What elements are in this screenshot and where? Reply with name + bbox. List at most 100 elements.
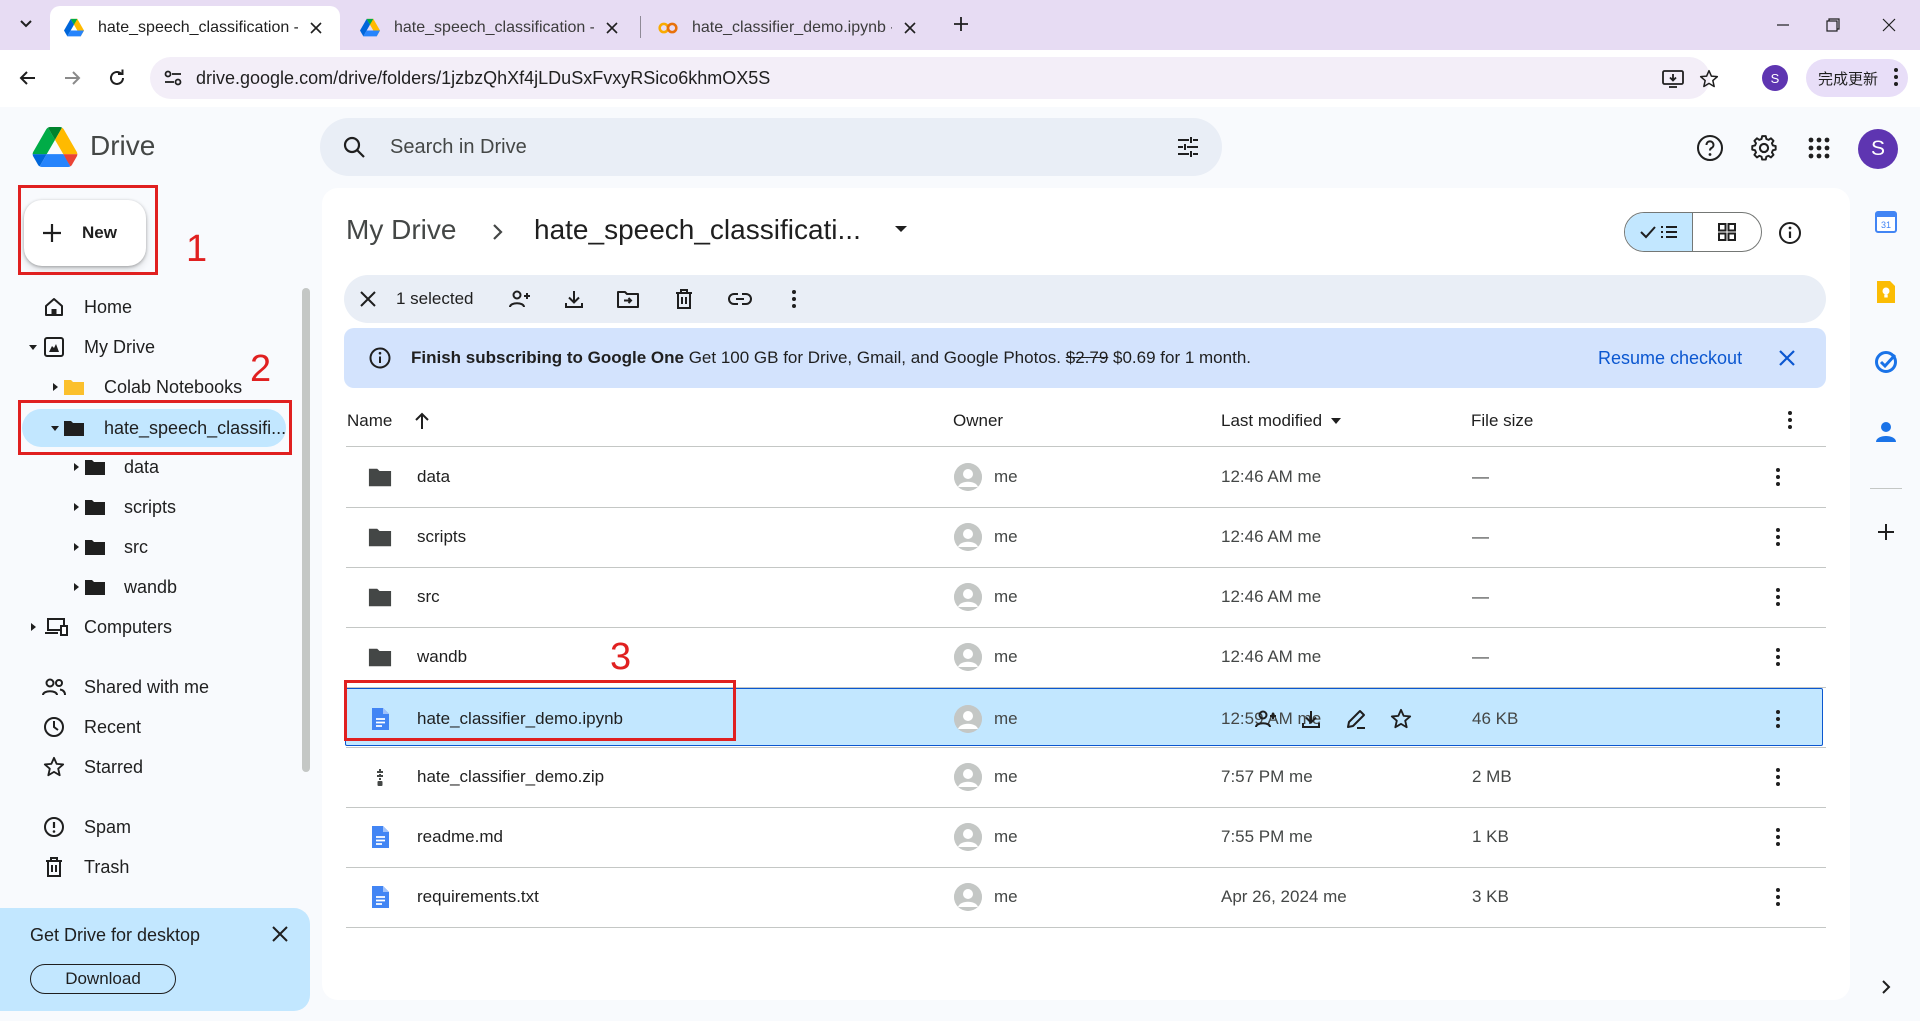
- column-options-button[interactable]: [1788, 411, 1792, 429]
- update-chrome-button[interactable]: 完成更新: [1806, 59, 1908, 97]
- site-settings-icon[interactable]: [162, 67, 184, 89]
- caret-right-icon[interactable]: [71, 542, 81, 552]
- calendar-app-button[interactable]: 31: [1872, 208, 1900, 236]
- more-actions-icon[interactable]: [782, 287, 806, 311]
- caret-right-icon[interactable]: [71, 462, 81, 472]
- file-row[interactable]: scripts me 12:46 AM me —: [346, 507, 1826, 567]
- sidebar-item-src[interactable]: src: [0, 530, 300, 564]
- more-actions-icon[interactable]: [1766, 765, 1790, 789]
- tab-close-icon[interactable]: [602, 18, 622, 38]
- list-layout-button[interactable]: [1625, 213, 1693, 251]
- file-row[interactable]: readme.md me 7:55 PM me 1 KB: [346, 807, 1826, 867]
- reload-button[interactable]: [101, 62, 133, 94]
- more-actions-icon[interactable]: [1766, 525, 1790, 549]
- drive-search-bar[interactable]: [320, 118, 1222, 176]
- sidebar-item-trash[interactable]: Trash: [0, 850, 300, 884]
- folder-menu-caret-icon[interactable]: [894, 224, 908, 234]
- resume-checkout-link[interactable]: Resume checkout: [1598, 348, 1742, 369]
- keep-app-button[interactable]: [1872, 278, 1900, 306]
- sidebar-item-computers[interactable]: Computers: [0, 610, 300, 644]
- more-actions-icon[interactable]: [1766, 465, 1790, 489]
- caret-right-icon[interactable]: [50, 382, 60, 392]
- column-header-last-modified[interactable]: Last modified: [1221, 411, 1342, 431]
- get-addons-button[interactable]: [1872, 518, 1900, 546]
- contacts-app-button[interactable]: [1872, 418, 1900, 446]
- caret-right-icon[interactable]: [71, 582, 81, 592]
- more-actions-icon[interactable]: [1766, 585, 1790, 609]
- sidebar-item-label: Shared with me: [84, 676, 210, 697]
- back-button[interactable]: [12, 62, 44, 94]
- banner-close-icon[interactable]: [1775, 346, 1799, 370]
- caret-down-icon[interactable]: [28, 342, 38, 352]
- hide-side-panel-button[interactable]: [1872, 973, 1900, 1001]
- minimize-button[interactable]: [1768, 10, 1798, 40]
- tab-close-icon[interactable]: [900, 18, 920, 38]
- browser-tab-3[interactable]: hate_classifier_demo.ipynb - Co: [644, 6, 934, 50]
- search-icon[interactable]: [342, 135, 366, 159]
- sidebar-item-shared-with-me[interactable]: Shared with me: [0, 670, 300, 704]
- file-row[interactable]: hate_classifier_demo.zip me 7:57 PM me 2 MB: [346, 747, 1826, 807]
- drive-logo-icon[interactable]: [32, 127, 78, 167]
- tab-close-icon[interactable]: [306, 18, 326, 38]
- sidebar-item-data[interactable]: data: [0, 450, 300, 484]
- file-row[interactable]: wandb me 12:46 AM me —: [346, 627, 1826, 687]
- browser-tab-2[interactable]: hate_speech_classification - Go: [346, 6, 636, 50]
- caret-right-icon[interactable]: [71, 502, 81, 512]
- sidebar-item-home[interactable]: Home: [0, 290, 300, 324]
- more-actions-icon[interactable]: [1766, 825, 1790, 849]
- column-header-file-size[interactable]: File size: [1471, 411, 1533, 431]
- share-icon[interactable]: [1254, 707, 1278, 731]
- move-icon[interactable]: [616, 287, 640, 311]
- promo-close-icon[interactable]: [268, 922, 292, 946]
- file-row[interactable]: data me 12:46 AM me —: [346, 447, 1826, 507]
- sidebar-item-scripts[interactable]: scripts: [0, 490, 300, 524]
- grid-layout-button[interactable]: [1693, 213, 1761, 251]
- tab-title: hate_speech_classification - Go: [98, 19, 298, 36]
- share-icon[interactable]: [508, 287, 532, 311]
- sort-caret-down-icon[interactable]: [1330, 417, 1342, 425]
- sidebar-item-starred[interactable]: Starred: [0, 750, 300, 784]
- search-input[interactable]: [390, 118, 1150, 176]
- browser-profile-avatar[interactable]: S: [1762, 65, 1788, 91]
- caret-right-icon[interactable]: [28, 622, 38, 632]
- search-options-icon[interactable]: [1176, 135, 1200, 159]
- account-avatar[interactable]: S: [1858, 129, 1898, 169]
- column-header-name[interactable]: Name: [347, 411, 430, 431]
- new-tab-button[interactable]: [949, 12, 973, 36]
- forward-button[interactable]: [56, 62, 88, 94]
- sidebar-scrollbar[interactable]: [302, 288, 310, 772]
- breadcrumb-current-folder[interactable]: hate_speech_classificati...: [534, 214, 861, 246]
- settings-button[interactable]: [1749, 133, 1779, 163]
- download-icon[interactable]: [1299, 707, 1323, 731]
- star-icon[interactable]: [1389, 707, 1413, 731]
- bookmark-star-icon[interactable]: [1697, 67, 1721, 91]
- sidebar-item-recent[interactable]: Recent: [0, 710, 300, 744]
- copy-link-icon[interactable]: [728, 287, 752, 311]
- download-button[interactable]: Download: [30, 964, 176, 994]
- download-icon[interactable]: [562, 287, 586, 311]
- trash-icon[interactable]: [672, 287, 696, 311]
- install-app-icon[interactable]: [1661, 67, 1685, 91]
- sidebar-item-spam[interactable]: Spam: [0, 810, 300, 844]
- more-actions-icon[interactable]: [1766, 645, 1790, 669]
- more-actions-icon[interactable]: [1766, 885, 1790, 909]
- tasks-app-button[interactable]: [1872, 348, 1900, 376]
- help-button[interactable]: [1695, 133, 1725, 163]
- contacts-icon: [1876, 422, 1896, 442]
- file-row[interactable]: src me 12:46 AM me —: [346, 567, 1826, 627]
- file-row[interactable]: requirements.txt me Apr 26, 2024 me 3 KB: [346, 867, 1826, 927]
- column-header-owner[interactable]: Owner: [953, 411, 1003, 431]
- sidebar-item-wandb[interactable]: wandb: [0, 570, 300, 604]
- google-apps-button[interactable]: [1804, 133, 1834, 163]
- tab-search-button[interactable]: [10, 8, 42, 40]
- address-bar[interactable]: drive.google.com/drive/folders/1jzbzQhXf…: [150, 57, 1719, 99]
- browser-tab-1[interactable]: hate_speech_classification - Go: [50, 6, 340, 50]
- breadcrumb-my-drive[interactable]: My Drive: [346, 214, 456, 246]
- details-button[interactable]: [1776, 219, 1804, 247]
- close-window-button[interactable]: [1874, 10, 1904, 40]
- more-actions-icon[interactable]: [1766, 707, 1790, 731]
- sort-arrow-up-icon[interactable]: [414, 412, 430, 430]
- restore-button[interactable]: [1818, 10, 1848, 40]
- clear-selection-icon[interactable]: [356, 287, 380, 311]
- rename-icon[interactable]: [1344, 707, 1368, 731]
